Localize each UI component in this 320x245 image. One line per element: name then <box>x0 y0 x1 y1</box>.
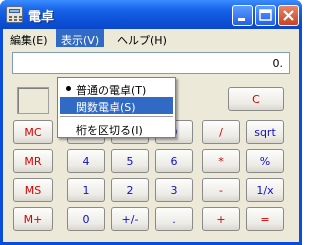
window-title: 電卓 <box>28 10 55 25</box>
mr-button[interactable]: MR <box>13 149 53 173</box>
calculator-window: 電卓 編集(E) 表示(V) ヘルプ(H) 0. CE C <box>0 0 302 245</box>
mc-button[interactable]: MC <box>13 120 53 144</box>
percent-button[interactable]: % <box>246 149 284 173</box>
menu-view[interactable]: 表示(V) <box>56 29 105 47</box>
decimal-point-button[interactable]: . <box>155 207 193 231</box>
close-icon <box>283 10 294 21</box>
close-button[interactable] <box>278 5 299 26</box>
divide-button[interactable]: / <box>202 120 240 144</box>
menu-help[interactable]: ヘルプ(H) <box>112 29 172 47</box>
digit-3-button[interactable]: 3 <box>155 178 193 202</box>
menu-item-standard[interactable]: 普通の電卓(T) <box>60 80 173 97</box>
menu-item-standard-label: 普通の電卓(T) <box>76 84 147 97</box>
menu-item-digit-grouping[interactable]: 桁を区切る(I) <box>60 120 173 137</box>
result-display: 0. <box>12 52 290 74</box>
minimize-button[interactable] <box>232 5 253 26</box>
minimize-icon <box>238 18 245 21</box>
menu-edit[interactable]: 編集(E) <box>5 29 53 47</box>
digit-1-button[interactable]: 1 <box>67 178 105 202</box>
radio-bullet-icon <box>66 86 71 91</box>
menu-separator <box>60 116 173 118</box>
view-menu-dropdown: 普通の電卓(T) 関数電卓(S) 桁を区切る(I) <box>57 77 176 138</box>
digit-2-button[interactable]: 2 <box>111 178 149 202</box>
clear-button[interactable]: C <box>228 87 284 111</box>
calculator-app-icon[interactable] <box>6 6 23 23</box>
menu-item-scientific-label: 関数電卓(S) <box>76 101 136 114</box>
ms-button[interactable]: MS <box>13 178 53 202</box>
digit-5-button[interactable]: 5 <box>111 149 149 173</box>
menu-item-scientific[interactable]: 関数電卓(S) <box>60 97 173 114</box>
menu-bar: 編集(E) 表示(V) ヘルプ(H) <box>3 29 299 48</box>
reciprocal-button[interactable]: 1/x <box>246 178 284 202</box>
menu-item-digit-grouping-label: 桁を区切る(I) <box>76 124 143 137</box>
maximize-button[interactable] <box>255 5 276 26</box>
mplus-button[interactable]: M+ <box>13 207 53 231</box>
plus-button[interactable]: + <box>202 207 240 231</box>
maximize-icon <box>259 9 272 21</box>
digit-4-button[interactable]: 4 <box>67 149 105 173</box>
equals-button[interactable]: = <box>246 207 284 231</box>
minus-button[interactable]: - <box>202 178 240 202</box>
plus-minus-button[interactable]: +/- <box>111 207 149 231</box>
multiply-button[interactable]: * <box>202 149 240 173</box>
digit-0-button[interactable]: 0 <box>67 207 105 231</box>
sqrt-button[interactable]: sqrt <box>246 120 284 144</box>
memory-indicator <box>17 87 49 114</box>
calculator-client-area: 編集(E) 表示(V) ヘルプ(H) 0. CE C MC MR MS M+ 7… <box>3 29 299 242</box>
digit-6-button[interactable]: 6 <box>155 149 193 173</box>
title-bar[interactable]: 電卓 <box>0 0 302 29</box>
